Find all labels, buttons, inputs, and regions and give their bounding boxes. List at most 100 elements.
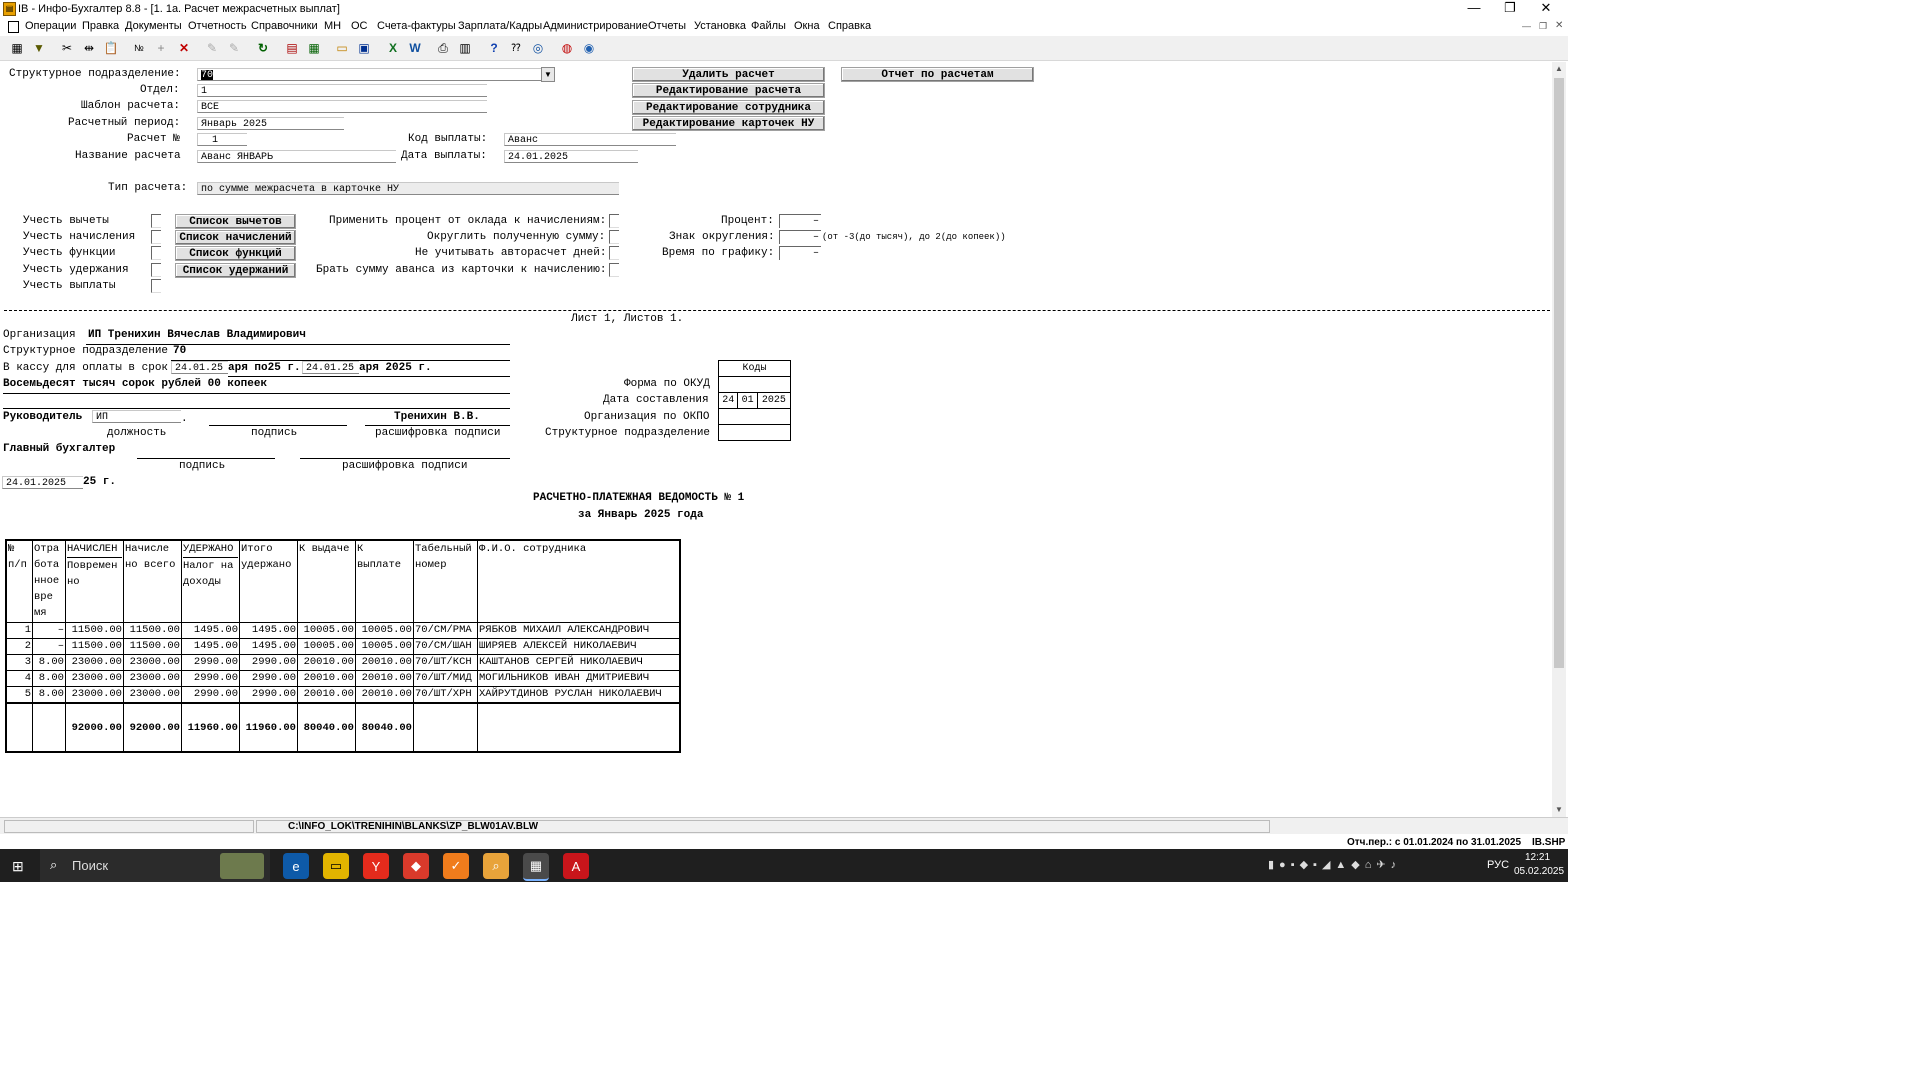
withholdings-checkbox[interactable]: [151, 263, 161, 277]
no-auto-days-checkbox[interactable]: [609, 246, 619, 260]
functions-checkbox[interactable]: [151, 246, 161, 260]
edit-calc-button[interactable]: Редактирование расчета: [632, 83, 825, 98]
open-folder-icon[interactable]: ▭: [333, 39, 351, 57]
split-icon[interactable]: ⇹: [80, 39, 98, 57]
menu-reports[interactable]: Отчеты: [648, 20, 686, 32]
taskbar-search[interactable]: ⌕ Поиск: [40, 849, 270, 882]
print-icon[interactable]: ⎙: [434, 39, 452, 57]
context-help-icon[interactable]: ⁇: [507, 39, 525, 57]
menu-reporting[interactable]: Отчетность: [188, 20, 247, 32]
cut-icon[interactable]: ✂: [58, 39, 76, 57]
menu-windows[interactable]: Окна: [794, 20, 820, 32]
delete-calc-button[interactable]: Удалить расчет: [632, 67, 825, 82]
scroll-up-icon[interactable]: ▲: [1552, 62, 1566, 76]
compass-icon[interactable]: ◎: [529, 39, 547, 57]
menu-invoices[interactable]: Счета-фактуры: [377, 20, 456, 32]
menu-mn[interactable]: МН: [324, 20, 341, 32]
cell-to-pay: 10005.00: [355, 638, 414, 655]
word-icon[interactable]: W: [406, 39, 424, 57]
payments-checkbox[interactable]: [151, 279, 161, 293]
pin-icon[interactable]: ✎: [203, 39, 221, 57]
accruals-checkbox[interactable]: [151, 230, 161, 244]
doc-date-field[interactable]: 24.01.2025: [2, 476, 83, 489]
menu-files[interactable]: Файлы: [751, 20, 786, 32]
task-app-icon[interactable]: ✓: [443, 853, 469, 879]
list-accruals-button[interactable]: Список начислений: [175, 230, 296, 245]
menu-help[interactable]: Справка: [828, 20, 871, 32]
calc-report-button[interactable]: Отчет по расчетам: [841, 67, 1034, 82]
anydesk-icon[interactable]: ◆: [403, 853, 429, 879]
mdi-close-button[interactable]: ✕: [1555, 20, 1563, 31]
acrobat-icon[interactable]: A: [563, 853, 589, 879]
edge-icon[interactable]: e: [283, 853, 309, 879]
period-field[interactable]: Январь 2025: [197, 117, 344, 130]
pay-date-field[interactable]: 24.01.2025: [504, 150, 638, 163]
list-deductions-button[interactable]: Список вычетов: [175, 214, 296, 229]
windows-start-icon[interactable]: ⊞: [12, 858, 24, 875]
menu-operations[interactable]: Операции: [25, 20, 76, 32]
lifebuoy-icon[interactable]: ◍: [558, 39, 576, 57]
round-checkbox[interactable]: [609, 230, 619, 244]
apply-percent-checkbox[interactable]: [609, 214, 619, 228]
menu-payroll[interactable]: Зарплата/Кадры: [458, 20, 542, 32]
payment-code-field[interactable]: Аванс: [504, 133, 676, 146]
pin-cross-icon[interactable]: ✎: [225, 39, 243, 57]
round-sign-field[interactable]: –: [779, 230, 821, 244]
calc-name-field[interactable]: Аванс ЯНВАРЬ: [197, 150, 396, 163]
infobuh-taskbar-icon[interactable]: ▦: [523, 853, 549, 881]
template-field[interactable]: ВСЕ: [197, 100, 487, 113]
clock-time[interactable]: 12:21: [1525, 852, 1550, 863]
percent-field[interactable]: –: [779, 214, 821, 228]
take-advance-checkbox[interactable]: [609, 263, 619, 277]
kassa-to-field[interactable]: 24.01.25: [302, 361, 359, 374]
calc-type-field[interactable]: по сумме межрасчета в карточке НУ: [197, 182, 619, 195]
schedule-field[interactable]: –: [779, 246, 821, 260]
file-explorer-icon[interactable]: ▭: [323, 853, 349, 879]
edit-cards-button[interactable]: Редактирование карточек НУ: [632, 116, 825, 131]
delete-icon[interactable]: ✕: [175, 39, 193, 57]
menu-setup[interactable]: Установка: [694, 20, 746, 32]
save-icon[interactable]: ▣: [355, 39, 373, 57]
struct-dropdown-button[interactable]: ▼: [541, 67, 555, 82]
mdi-restore-button[interactable]: ❐: [1539, 21, 1547, 32]
menu-documents[interactable]: Документы: [125, 20, 182, 32]
web-settings-icon[interactable]: ◉: [580, 39, 598, 57]
scroll-thumb[interactable]: [1554, 78, 1564, 668]
system-menu-icon[interactable]: [8, 21, 19, 33]
calc-no-field[interactable]: 1: [197, 133, 247, 146]
print-preview-icon[interactable]: ▥: [456, 39, 474, 57]
help-icon[interactable]: ?: [485, 39, 503, 57]
clock-date[interactable]: 05.02.2025: [1514, 866, 1564, 877]
pdf-document-icon[interactable]: ▤: [283, 39, 301, 57]
restore-button[interactable]: ❐: [1492, 0, 1528, 18]
calculator-icon[interactable]: ▦: [8, 39, 26, 57]
minimize-button[interactable]: —: [1456, 0, 1492, 18]
deductions-checkbox[interactable]: [151, 214, 161, 228]
scroll-down-icon[interactable]: ▼: [1552, 803, 1566, 817]
spreadsheet-icon[interactable]: ▦: [305, 39, 323, 57]
edit-employee-button[interactable]: Редактирование сотрудника: [632, 100, 825, 115]
head-position-field[interactable]: ИП: [92, 410, 181, 423]
magnifier-app-icon[interactable]: ⌕: [483, 853, 509, 879]
menu-admin[interactable]: Администрирование: [543, 20, 648, 32]
list-withholdings-button[interactable]: Список удержаний: [175, 263, 296, 278]
tray-icons[interactable]: ▮●▪◆▪◢▲◆⌂✈♪: [1268, 858, 1401, 871]
struct-field[interactable]: 70: [197, 68, 542, 81]
vertical-scrollbar[interactable]: ▲ ▼: [1552, 62, 1566, 817]
refresh-icon[interactable]: ↻: [254, 39, 272, 57]
paste-icon[interactable]: 📋: [102, 39, 120, 57]
filter-icon[interactable]: ▼: [30, 39, 48, 57]
numbering-icon[interactable]: №: [130, 39, 148, 57]
excel-icon[interactable]: X: [384, 39, 402, 57]
mdi-minimize-button[interactable]: —: [1522, 21, 1531, 31]
language-indicator[interactable]: РУС: [1487, 859, 1509, 871]
menu-edit[interactable]: Правка: [82, 20, 119, 32]
list-functions-button[interactable]: Список функций: [175, 246, 296, 261]
menu-os[interactable]: ОС: [351, 20, 368, 32]
close-button[interactable]: ✕: [1528, 0, 1564, 18]
menu-references[interactable]: Справочники: [251, 20, 318, 32]
kassa-from-field[interactable]: 24.01.25: [171, 361, 228, 374]
add-icon[interactable]: +: [152, 39, 170, 57]
yandex-browser-icon[interactable]: Y: [363, 853, 389, 879]
dept-field[interactable]: 1: [197, 84, 487, 97]
